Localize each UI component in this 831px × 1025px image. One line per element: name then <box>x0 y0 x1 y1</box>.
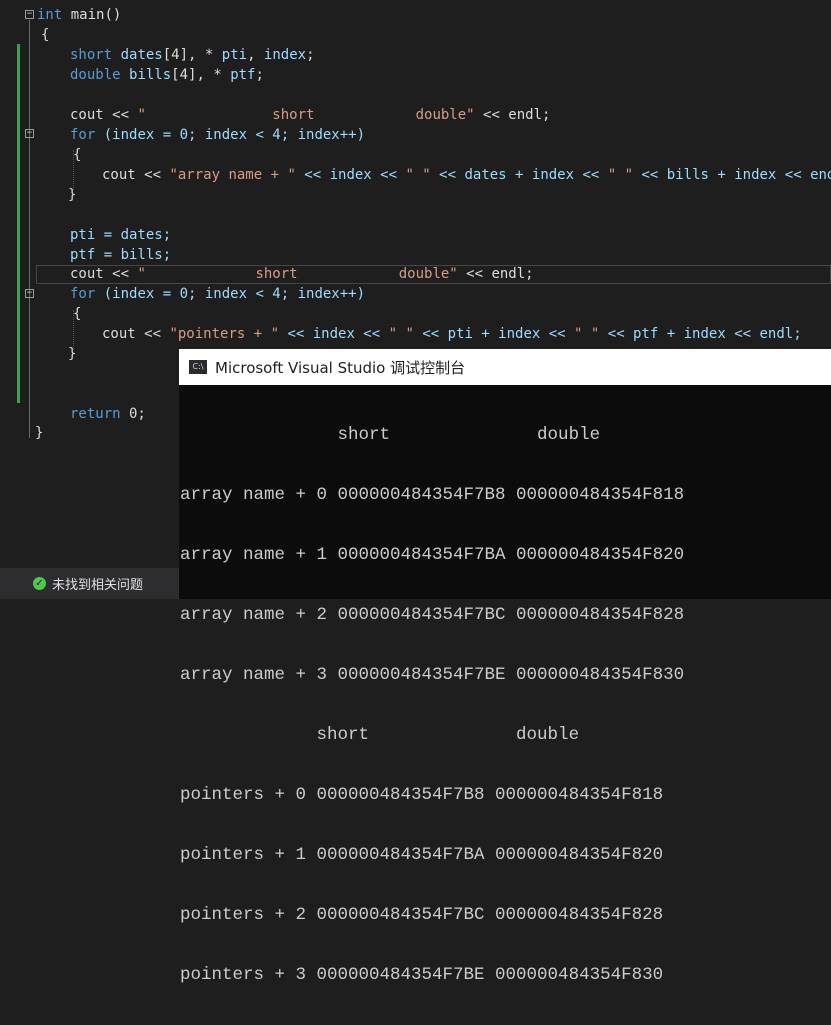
console-line: array name + 2 000000484354F7BC 00000048… <box>180 605 685 625</box>
console-title: Microsoft Visual Studio 调试控制台 <box>215 358 466 377</box>
console-line: pointers + 2 000000484354F7BC 0000004843… <box>180 905 664 925</box>
code-line-7[interactable]: for (index = 0; index < 4; index++) <box>70 125 365 145</box>
change-indicator <box>17 44 20 403</box>
console-output[interactable]: short double array name + 0 000000484354… <box>179 385 831 1025</box>
debug-console-window[interactable]: C:\ Microsoft Visual Studio 调试控制台 short … <box>179 349 831 985</box>
code-line-1[interactable]: int main() <box>37 5 121 25</box>
code-line-16[interactable]: { <box>73 304 81 324</box>
code-line-8[interactable]: { <box>73 145 81 165</box>
console-line: array name + 3 000000484354F7BE 00000048… <box>180 665 685 685</box>
code-line-9[interactable]: cout << "array name + " << index << " " … <box>102 165 831 185</box>
console-line: pointers + 3 000000484354F7BE 0000004843… <box>180 965 664 985</box>
fold-toggle-for-2[interactable]: − <box>25 289 34 298</box>
console-line: pointers + 0 000000484354F7B8 0000004843… <box>180 785 664 805</box>
console-app-icon: C:\ <box>189 360 207 374</box>
code-line-12[interactable]: pti = dates; <box>70 225 171 245</box>
console-line: array name + 1 000000484354F7BA 00000048… <box>180 545 685 565</box>
problems-status-bar[interactable]: ✓ 未找到相关问题 <box>0 568 180 599</box>
code-line-17[interactable]: cout << "pointers + " << index << " " <<… <box>102 324 802 344</box>
console-line: pointers + 1 000000484354F7BA 0000004843… <box>180 845 664 865</box>
code-line-14[interactable]: cout << " short double" << endl; <box>70 264 534 284</box>
fold-toggle-main[interactable]: − <box>25 10 34 19</box>
console-line: short double <box>180 725 580 745</box>
code-line-4[interactable]: double bills[4], * ptf; <box>70 65 264 85</box>
fold-guide <box>29 20 30 438</box>
code-line-18[interactable]: } <box>68 344 76 364</box>
console-line: array name + 0 000000484354F7B8 00000048… <box>180 485 685 505</box>
check-icon: ✓ <box>33 577 46 590</box>
code-line-15[interactable]: for (index = 0; index < 4; index++) <box>70 284 365 304</box>
code-line-21[interactable]: return 0; <box>70 404 146 424</box>
code-line-10[interactable]: } <box>68 185 76 205</box>
problems-status-text: 未找到相关问题 <box>52 578 144 593</box>
fold-toggle-for-1[interactable]: − <box>25 129 34 138</box>
code-line-22[interactable]: } <box>35 423 43 443</box>
code-line-6[interactable]: cout << " short double" << endl; <box>70 105 550 125</box>
console-titlebar[interactable]: C:\ Microsoft Visual Studio 调试控制台 <box>179 349 831 385</box>
console-line: short double <box>180 425 601 445</box>
code-line-13[interactable]: ptf = bills; <box>70 245 171 265</box>
code-line-2[interactable]: { <box>41 25 49 45</box>
code-line-3[interactable]: short dates[4], * pti, index; <box>70 45 315 65</box>
